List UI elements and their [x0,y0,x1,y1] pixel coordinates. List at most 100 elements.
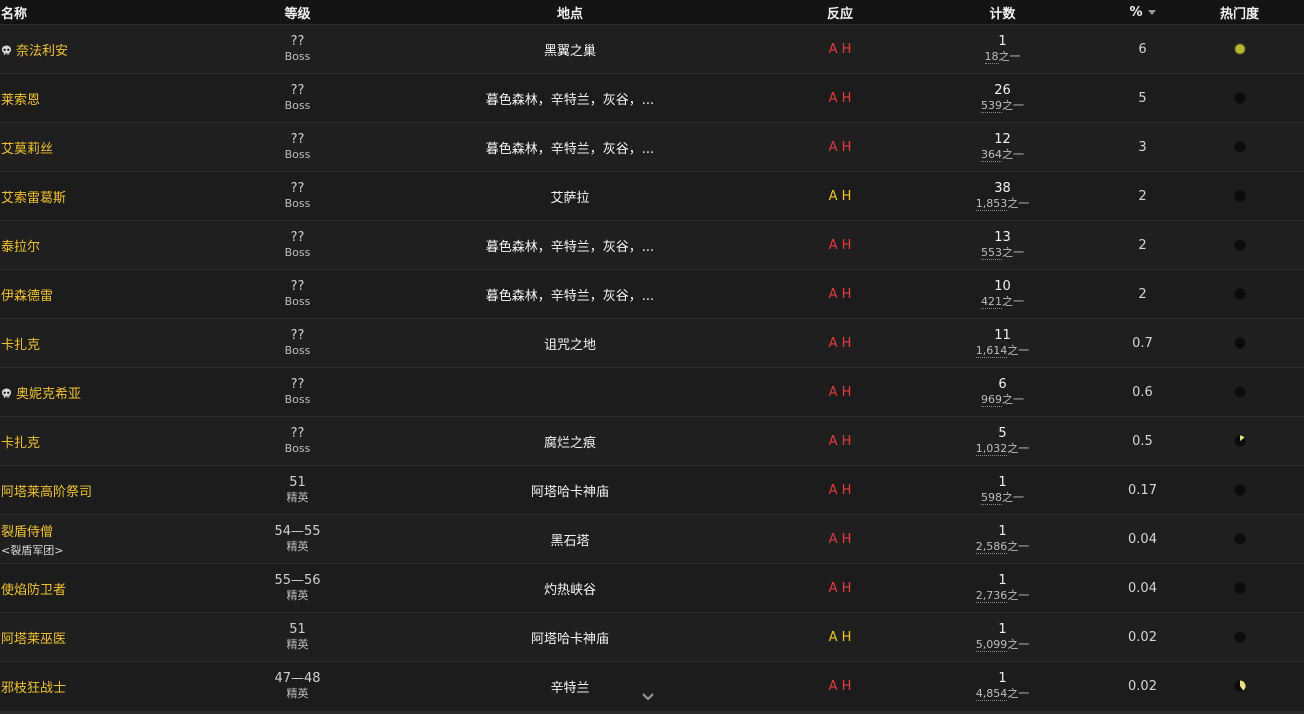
count-total: 364之一 [895,147,1110,162]
count-total-suffix: 之一 [1007,197,1030,210]
level-classification: Boss [284,148,311,161]
table-row[interactable]: 使焰防卫者 55—56 精英 灼热峡谷 AH 1 2,736之一 0.04 [0,563,1304,613]
location-link[interactable]: 暮色森林，辛特兰，灰谷，... [486,142,654,157]
location-link[interactable]: 暮色森林，辛特兰，灰谷，... [486,240,654,255]
count-total-number: 1,853 [975,197,1008,211]
count-total: 1,032之一 [895,441,1110,456]
name-cell: 使焰防卫者 [0,564,240,613]
popularity-empty-icon [1234,386,1245,398]
chevron-down-icon[interactable] [641,692,655,702]
level-classification: Boss [284,442,311,455]
count-total-number: 969 [981,393,1002,407]
npc-name-link[interactable]: 邪枝狂战士 [1,681,66,696]
level-cell: 55—56 精英 [240,564,355,613]
name-cell: 艾莫莉丝 [0,123,240,172]
count-cell: 1 2,736之一 [895,564,1110,613]
level-value: 54—55 [274,524,321,539]
count-cell: 12 364之一 [895,123,1110,172]
count-total-number: 1,032 [975,442,1008,456]
percent-cell: 0.04 [1110,564,1175,613]
location-link[interactable]: 辛特兰 [550,681,589,696]
npc-name-link[interactable]: 裂盾侍僧 [1,525,53,540]
npc-name-link[interactable]: 艾索雷葛斯 [1,191,66,206]
reaction-horde: H [841,531,852,547]
table-row[interactable]: 奈法利安 ?? Boss 黑翼之巢 AH 1 18之一 6 [0,24,1304,74]
table-row[interactable]: 奥妮克希亚 ?? Boss AH 6 969之一 0.6 [0,367,1304,417]
location-link[interactable]: 暮色森林，辛特兰，灰谷，... [486,289,654,304]
name-cell: 邪枝狂战士 [0,662,240,711]
percent-cell: 0.5 [1110,417,1175,466]
header-level[interactable]: 等级 [240,0,355,25]
level-cell: ?? Boss [240,270,355,319]
header-name[interactable]: 名称 [0,0,240,25]
count-total-number: 539 [981,99,1002,113]
level-cell: 51 精英 [240,466,355,515]
table-row[interactable]: 艾莫莉丝 ?? Boss 暮色森林，辛特兰，灰谷，... AH 12 364之一… [0,122,1304,172]
npc-name-link[interactable]: 奈法利安 [16,44,68,59]
table-row[interactable]: 伊森德雷 ?? Boss 暮色森林，辛特兰，灰谷，... AH 10 421之一… [0,269,1304,319]
location-link[interactable]: 艾萨拉 [550,191,589,206]
count-total-number: 553 [981,246,1002,260]
npc-name-link[interactable]: 伊森德雷 [1,289,53,304]
reaction-horde: H [841,433,852,449]
header-percent[interactable]: % [1110,0,1175,25]
table-row[interactable]: 邪枝狂战士 47—48 精英 辛特兰 AH 1 4,854之一 0.02 [0,661,1304,711]
location-cell [355,368,785,417]
npc-tag: <裂盾军团> [1,543,64,557]
reaction-horde: H [841,482,852,498]
location-link[interactable]: 阿塔哈卡神庙 [531,485,609,500]
header-percent-label: % [1129,4,1143,20]
count-total-number: 421 [981,295,1002,309]
location-link[interactable]: 阿塔哈卡神庙 [531,632,609,647]
percent-value: 2 [1138,286,1147,302]
npc-name-link[interactable]: 使焰防卫者 [1,583,66,598]
popularity-cell [1175,319,1304,368]
popularity-cell [1175,74,1304,123]
level-value: 51 [289,622,306,637]
count-value: 11 [994,328,1011,343]
count-total: 598之一 [895,490,1110,505]
npc-name-link[interactable]: 阿塔莱高阶祭司 [1,485,92,500]
npc-name-link[interactable]: 卡扎克 [1,436,40,451]
npc-name-link[interactable]: 奥妮克希亚 [16,387,81,402]
reaction-horde: H [841,237,852,253]
count-total-suffix: 之一 [1007,442,1030,455]
npc-name-link[interactable]: 莱索恩 [1,93,40,108]
popularity-cell [1175,613,1304,662]
location-link[interactable]: 灼热峡谷 [544,583,596,598]
npc-name-link[interactable]: 艾莫莉丝 [1,142,53,157]
location-link[interactable]: 暮色森林，辛特兰，灰谷，... [486,93,654,108]
npc-name-link[interactable]: 卡扎克 [1,338,40,353]
reaction-alliance: A [828,384,838,400]
npc-name-link[interactable]: 阿塔莱巫医 [1,632,66,647]
level-classification: Boss [284,393,311,406]
reaction-cell: AH [785,74,895,123]
location-link[interactable]: 腐烂之痕 [544,436,596,451]
count-total-suffix: 之一 [1007,687,1030,701]
location-link[interactable]: 黑翼之巢 [544,44,596,59]
popularity-cell [1175,662,1304,711]
header-location[interactable]: 地点 [355,0,785,25]
reaction-horde: H [841,580,852,596]
table-row[interactable]: 裂盾侍僧 <裂盾军团> 54—55 精英 黑石塔 AH 1 2,586之一 0.… [0,514,1304,564]
location-link[interactable]: 黑石塔 [550,534,589,549]
header-reaction[interactable]: 反应 [785,0,895,25]
header-count[interactable]: 计数 [895,0,1110,25]
table-row[interactable]: 卡扎克 ?? Boss 腐烂之痕 AH 5 1,032之一 0.5 [0,416,1304,466]
popularity-full-icon [1234,43,1245,55]
table-row[interactable]: 泰拉尔 ?? Boss 暮色森林，辛特兰，灰谷，... AH 13 553之一 … [0,220,1304,270]
level-value: 55—56 [274,573,321,588]
table-row[interactable]: 艾索雷葛斯 ?? Boss 艾萨拉 AH 38 1,853之一 2 [0,171,1304,221]
table-row[interactable]: 阿塔莱高阶祭司 51 精英 阿塔哈卡神庙 AH 1 598之一 0.17 [0,465,1304,515]
table-row[interactable]: 阿塔莱巫医 51 精英 阿塔哈卡神庙 AH 1 5,099之一 0.02 [0,612,1304,662]
count-value: 1 [998,573,1007,588]
table-row[interactable]: 莱索恩 ?? Boss 暮色森林，辛特兰，灰谷，... AH 26 539之一 … [0,73,1304,123]
table-row[interactable]: 卡扎克 ?? Boss 诅咒之地 AH 11 1,614之一 0.7 [0,318,1304,368]
count-cell: 13 553之一 [895,221,1110,270]
header-popularity[interactable]: 热门度 [1175,0,1304,25]
popularity-empty-icon [1234,239,1245,251]
reaction-cell: AH [785,466,895,515]
popularity-partial-icon [1234,435,1245,447]
npc-name-link[interactable]: 泰拉尔 [1,240,40,255]
location-link[interactable]: 诅咒之地 [544,338,596,353]
